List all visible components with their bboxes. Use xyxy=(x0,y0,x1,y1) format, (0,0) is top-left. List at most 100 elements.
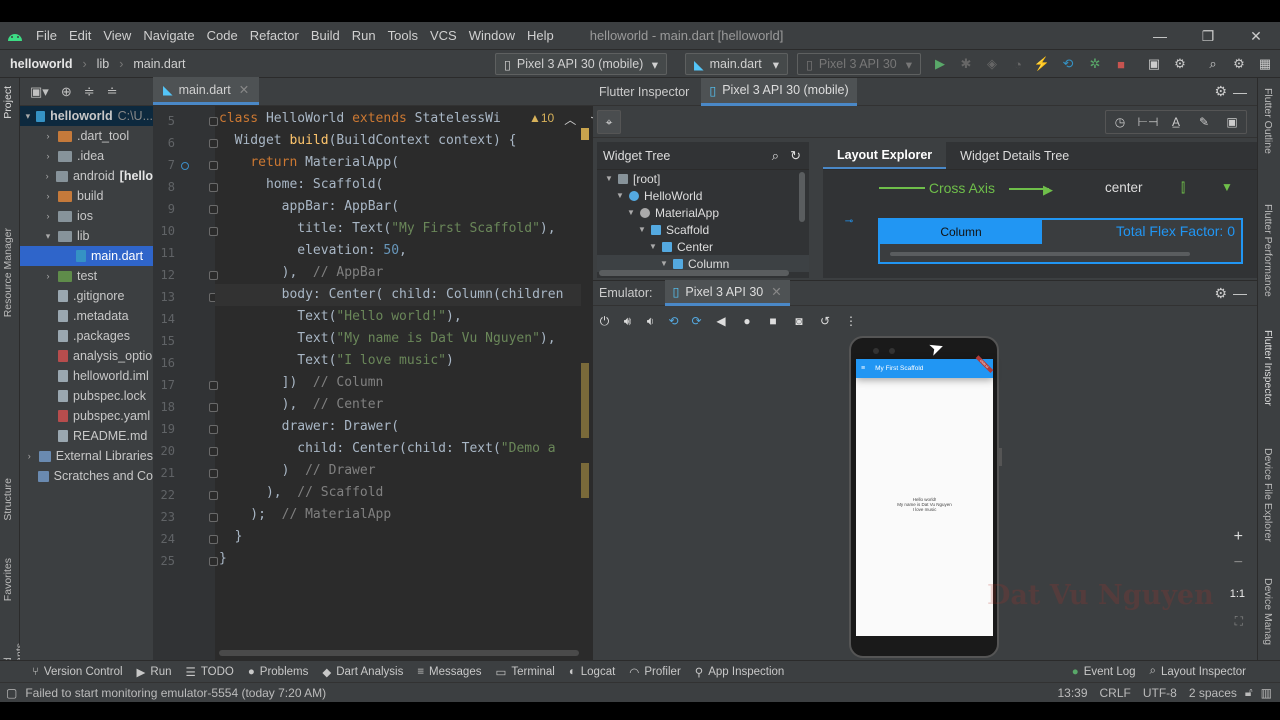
expand-arrow-icon[interactable]: › xyxy=(42,191,54,201)
app-inspection-tab[interactable]: ⚲ App Inspection xyxy=(695,665,785,679)
restore-icon[interactable]: ❐ xyxy=(1184,28,1232,45)
code-line[interactable]: drawer: Drawer( xyxy=(219,419,399,434)
menu-window[interactable]: Window xyxy=(463,28,521,43)
search-icon[interactable]: ⌕ xyxy=(772,148,779,164)
project-tree-item[interactable]: Scratches and Co xyxy=(20,466,153,486)
code-line[interactable]: body: Center( child: Column(children xyxy=(219,287,564,302)
alignment-icon[interactable]: ⫿ xyxy=(1181,180,1185,196)
project-tree-item[interactable]: › test xyxy=(20,266,153,286)
file-encoding[interactable]: UTF-8 xyxy=(1143,686,1177,700)
more-icon[interactable]: ⋮ xyxy=(838,314,864,328)
power-icon[interactable]: ⏻ xyxy=(593,314,616,329)
invert-images-icon[interactable]: ▣ xyxy=(1218,111,1246,133)
inspector-device-tab[interactable]: ▯ Pixel 3 API 30 (mobile) xyxy=(701,77,857,106)
project-tree-item[interactable]: .packages xyxy=(20,326,153,346)
fold-marker-icon[interactable] xyxy=(209,161,218,170)
fold-marker-icon[interactable] xyxy=(209,447,218,456)
structure-tab[interactable]: Structure xyxy=(2,478,14,521)
menu-run[interactable]: Run xyxy=(346,28,382,43)
event-log-tab[interactable]: ● Event Log xyxy=(1072,666,1136,678)
stop-icon[interactable]: ■ xyxy=(1112,55,1130,73)
expand-arrow-icon[interactable]: ▼ xyxy=(627,208,637,217)
back-icon[interactable]: ◀ xyxy=(708,314,734,328)
fit-screen-icon[interactable]: ⛶ xyxy=(1235,614,1243,629)
code-line[interactable]: class HelloWorld extends StatelessWi xyxy=(219,111,501,126)
code-line[interactable]: ) // Drawer xyxy=(219,463,376,478)
overview-icon[interactable]: ■ xyxy=(760,314,786,328)
coverage-icon[interactable]: ◈ xyxy=(983,55,1001,73)
prev-highlight-icon[interactable]: ︿ xyxy=(564,111,576,128)
volume-down-icon[interactable]: 🔉︎ xyxy=(639,314,662,329)
project-tree-item[interactable]: main.dart xyxy=(20,246,153,266)
expand-arrow-icon[interactable]: › xyxy=(42,151,54,161)
layout-inspector-tab[interactable]: ⌕ Layout Inspector xyxy=(1150,665,1246,678)
minimize-panel-icon[interactable]: — xyxy=(1233,84,1247,100)
menu-vcs[interactable]: VCS xyxy=(424,28,463,43)
code-line[interactable]: ), // Center xyxy=(219,397,384,412)
project-tree-item[interactable]: .gitignore xyxy=(20,286,153,306)
code-line[interactable]: elevation: 50, xyxy=(219,243,407,258)
code-line[interactable]: Text("Hello world!"), xyxy=(219,309,461,324)
expand-arrow-icon[interactable]: ▼ xyxy=(616,191,626,200)
snapshot-icon[interactable]: ↺ xyxy=(812,314,838,328)
locate-icon[interactable]: ⊕ xyxy=(61,84,72,100)
fold-marker-icon[interactable] xyxy=(209,271,218,280)
widget-tree-node[interactable]: ▼ HelloWorld xyxy=(597,187,809,204)
widget-tree-node[interactable]: ▼ MaterialApp xyxy=(597,204,809,221)
repaint-rainbow-icon[interactable]: ✎ xyxy=(1190,111,1218,133)
emulator-selector[interactable]: ▯ Pixel 3 API 30 ▾ xyxy=(797,53,921,75)
rotate-left-icon[interactable]: ⟲ xyxy=(662,314,685,328)
fold-marker-icon[interactable] xyxy=(209,513,218,522)
expand-arrow-icon[interactable]: › xyxy=(42,211,54,221)
code-line[interactable]: Text("My name is Dat Vu Nguyen"), xyxy=(219,331,555,346)
fold-marker-icon[interactable] xyxy=(209,205,218,214)
lock-icon[interactable]: 🔓︎ xyxy=(1245,685,1253,700)
override-gutter-icon[interactable] xyxy=(181,162,189,170)
code-line[interactable]: Widget build(BuildContext context) { xyxy=(219,133,517,148)
phone-screen[interactable]: ≡ My First Scaffold DEBUG Hello world! M… xyxy=(856,355,994,636)
device-selector[interactable]: ▯ Pixel 3 API 30 (mobile) ▾ xyxy=(495,53,667,75)
project-tree-item[interactable]: README.md xyxy=(20,426,153,446)
device-file-explorer-tab[interactable]: Device File Explorer xyxy=(1262,448,1274,542)
line-separator[interactable]: CRLF xyxy=(1100,686,1131,700)
rotate-right-icon[interactable]: ⟳ xyxy=(685,314,708,328)
tab-layout-explorer[interactable]: Layout Explorer xyxy=(823,142,947,169)
caret-position[interactable]: 13:39 xyxy=(1057,686,1087,700)
hot-reload-icon[interactable]: ⚡ xyxy=(1033,55,1051,73)
menu-file[interactable]: File xyxy=(30,28,63,43)
project-tool-tab[interactable]: Project xyxy=(2,86,14,119)
zoom-in-icon[interactable]: + xyxy=(1234,528,1243,546)
menu-code[interactable]: Code xyxy=(201,28,244,43)
project-tree-item[interactable]: ▾ lib xyxy=(20,226,153,246)
breadcrumb-file[interactable]: main.dart xyxy=(133,57,185,71)
attach-debugger-icon[interactable]: ✲ xyxy=(1086,55,1104,73)
select-widget-mode-icon[interactable]: ⌖ xyxy=(597,110,621,134)
paint-baselines-icon[interactable]: A̲ xyxy=(1162,111,1190,133)
code-line[interactable]: } xyxy=(219,551,227,566)
expand-arrow-icon[interactable]: ▾ xyxy=(24,111,32,122)
expand-arrow-icon[interactable]: ▾ xyxy=(42,231,54,242)
widget-tree-node[interactable]: ▼ [root] xyxy=(597,170,809,187)
expand-arrow-icon[interactable]: › xyxy=(42,171,52,181)
code-line[interactable]: ); // MaterialApp xyxy=(219,507,391,522)
indent-setting[interactable]: 2 spaces xyxy=(1189,686,1237,700)
close-tab-icon[interactable]: ✕ xyxy=(239,82,249,97)
fold-marker-icon[interactable] xyxy=(209,557,218,566)
status-message[interactable]: Failed to start monitoring emulator-5554… xyxy=(25,686,326,700)
windows-icon[interactable]: ▦ xyxy=(1256,55,1274,73)
expand-arrow-icon[interactable]: › xyxy=(42,131,54,141)
search-icon[interactable]: ⌕ xyxy=(1204,55,1222,73)
menu-refactor[interactable]: Refactor xyxy=(244,28,305,43)
menu-help[interactable]: Help xyxy=(521,28,560,43)
project-tree-item[interactable]: › android [hello xyxy=(20,166,153,186)
close-tab-icon[interactable]: ✕ xyxy=(771,284,781,299)
terminal-tab[interactable]: ▭ Terminal xyxy=(495,665,554,679)
drawer-menu-icon[interactable]: ≡ xyxy=(861,365,865,372)
flutter-inspector-tab[interactable]: Flutter Inspector xyxy=(1262,330,1274,406)
code-line[interactable]: home: Scaffold( xyxy=(219,177,383,192)
breadcrumb-folder[interactable]: lib xyxy=(97,57,110,71)
project-tree-item[interactable]: › .dart_tool xyxy=(20,126,153,146)
widget-tree-h-scrollbar[interactable] xyxy=(599,270,789,276)
project-tree-item[interactable]: helloworld.iml xyxy=(20,366,153,386)
code-line[interactable]: return MaterialApp( xyxy=(219,155,399,170)
